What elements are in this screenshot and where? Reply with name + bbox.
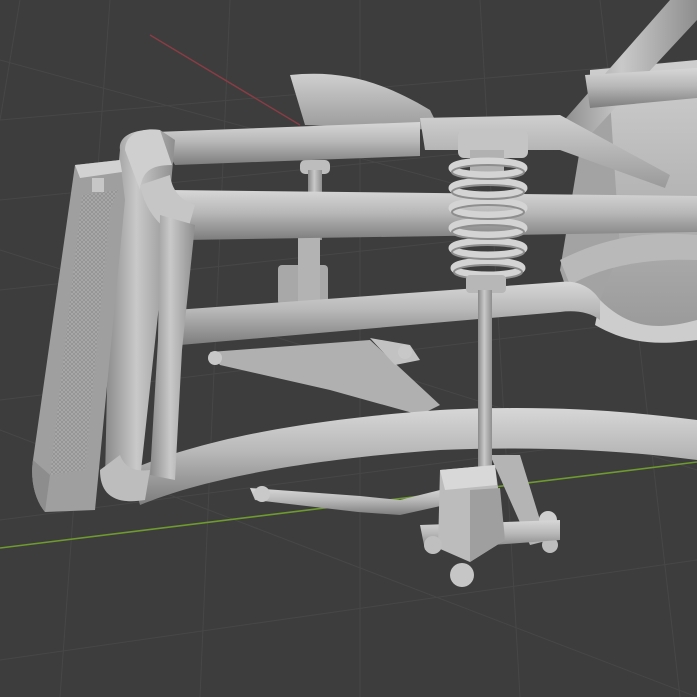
radiator-cap [92, 178, 104, 192]
tie-rod-end [424, 536, 442, 554]
viewport-canvas[interactable] [0, 0, 697, 697]
ball-joint [450, 563, 474, 587]
3d-viewport[interactable] [0, 0, 697, 697]
